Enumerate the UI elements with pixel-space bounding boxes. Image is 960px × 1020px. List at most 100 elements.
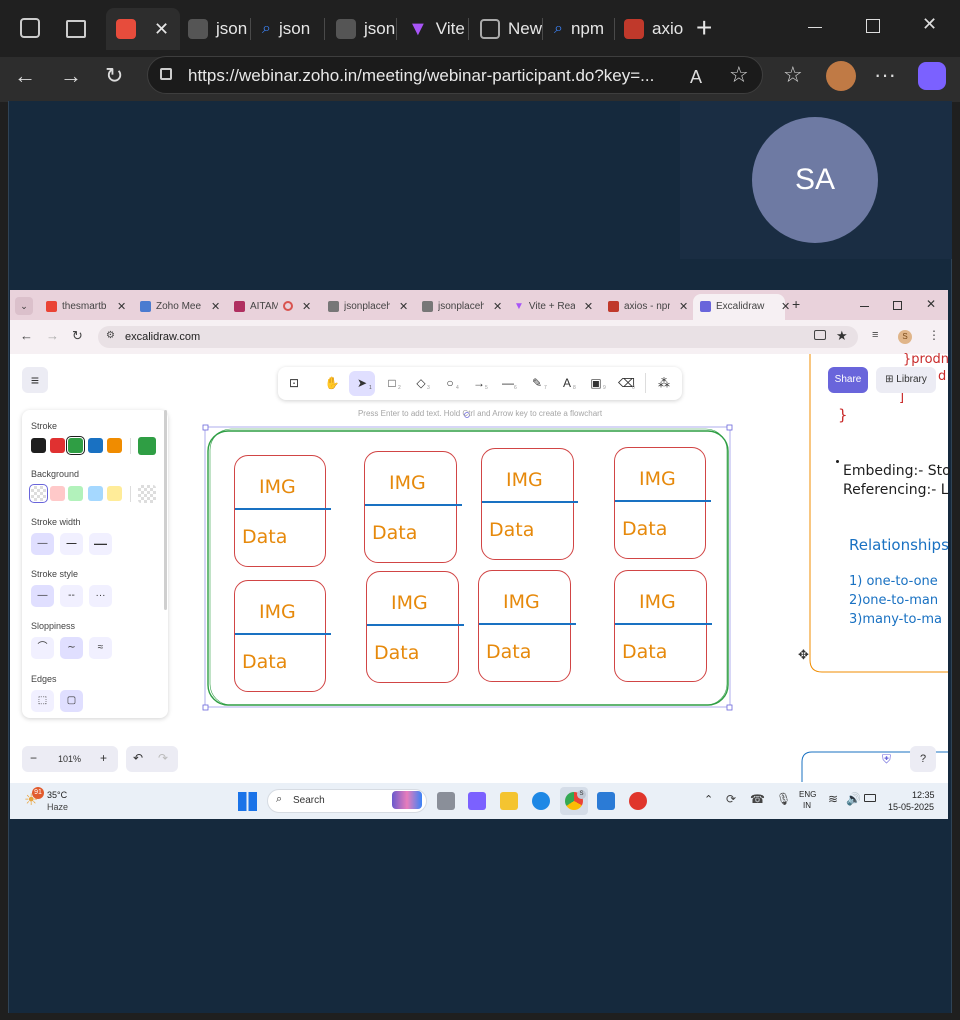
edges-round[interactable]: ▢ xyxy=(60,690,83,712)
help-button[interactable]: ? xyxy=(910,746,936,772)
background-yellow[interactable] xyxy=(107,486,122,501)
card[interactable]: IMG Data xyxy=(614,447,711,559)
tool-shortcut-number: 1 xyxy=(369,385,372,391)
hand-tool-icon[interactable]: ✋ xyxy=(324,376,340,390)
card-data-label: Data xyxy=(622,518,668,540)
main-menu-button[interactable]: ≡ xyxy=(22,367,48,393)
sync-icon[interactable]: ⟳ xyxy=(726,792,736,806)
card-data-label: Data xyxy=(489,519,535,541)
palette-separator xyxy=(130,438,131,454)
undo-button[interactable]: ↶ xyxy=(133,751,143,765)
background-pink[interactable] xyxy=(50,486,65,501)
edge-icon[interactable] xyxy=(532,792,550,810)
tool-shortcut-number: 6 xyxy=(514,385,517,391)
language-code[interactable]: ENG xyxy=(799,790,816,799)
stroke-color-black[interactable] xyxy=(31,438,46,453)
selection-handle xyxy=(726,704,733,711)
wps-icon[interactable] xyxy=(629,792,647,810)
language-region[interactable]: IN xyxy=(803,801,811,810)
stroke-width-label: Stroke width xyxy=(31,517,81,527)
wifi-icon[interactable]: ≋ xyxy=(828,792,838,806)
card[interactable]: IMG Data xyxy=(234,455,331,567)
start-icon[interactable] xyxy=(238,792,257,811)
extra-tools-icon[interactable]: ⁂ xyxy=(656,376,672,390)
note-rel-1: 1) one-to-one xyxy=(849,574,938,589)
card-data-label: Data xyxy=(242,651,288,673)
stroke-color-green[interactable] xyxy=(66,436,85,455)
battery-icon[interactable] xyxy=(864,794,876,802)
weather-badge: 91 xyxy=(32,787,44,799)
card[interactable]: IMG Data xyxy=(614,570,712,682)
card-data-label: Data xyxy=(622,641,668,663)
file-explorer-icon[interactable] xyxy=(500,792,518,810)
card[interactable]: IMG Data xyxy=(234,580,331,692)
copilot-icon[interactable] xyxy=(468,792,486,810)
show-hidden-icons[interactable]: ⌃ xyxy=(704,793,713,806)
tool-shortcut-number: 3 xyxy=(427,385,430,391)
sloppiness-architect[interactable]: ⌒ xyxy=(31,637,54,659)
card[interactable]: IMG Data xyxy=(478,570,576,682)
card-img-label: IMG xyxy=(391,592,428,614)
note-prod-line1: }prodn xyxy=(903,352,950,367)
clock-date[interactable]: 15-05-2025 xyxy=(888,802,934,812)
redo-button[interactable]: ↷ xyxy=(158,751,168,765)
draw-tool-icon[interactable]: ✎ xyxy=(529,376,545,390)
image-tool-icon[interactable]: ▣ xyxy=(588,376,604,390)
sloppiness-label: Sloppiness xyxy=(31,621,76,631)
clock-time[interactable]: 12:35 xyxy=(912,790,935,800)
background-transparent[interactable] xyxy=(29,484,48,503)
note-relationships: Relationships xyxy=(849,536,949,554)
tool-shortcut-number: 5 xyxy=(485,385,488,391)
volume-icon[interactable]: 🔊 xyxy=(846,792,861,806)
panel-scrollbar[interactable] xyxy=(164,410,167,610)
selection-handle xyxy=(202,704,209,711)
weather-condition[interactable]: Haze xyxy=(47,802,68,812)
stroke-style-dotted[interactable]: ··· xyxy=(89,585,112,607)
shield-icon[interactable]: ⛨ xyxy=(882,752,891,767)
card-img-label: IMG xyxy=(506,469,543,491)
card-img-label: IMG xyxy=(259,476,296,498)
note-prod-line2: d xyxy=(938,369,947,384)
zoom-level[interactable]: 101% xyxy=(58,754,81,764)
vscode-icon[interactable] xyxy=(597,792,615,810)
library-icon: ⊞ xyxy=(885,374,897,385)
card[interactable]: IMG Data xyxy=(366,571,464,683)
stroke-width-bold[interactable]: — xyxy=(60,533,83,555)
stroke-style-solid[interactable]: — xyxy=(31,585,54,607)
stroke-color-red[interactable] xyxy=(50,438,65,453)
card-divider xyxy=(367,624,464,626)
stroke-color-orange[interactable] xyxy=(107,438,122,453)
stroke-color-current[interactable] xyxy=(138,437,156,455)
meeting-icon[interactable]: ☎ xyxy=(750,792,765,806)
sloppiness-artist[interactable]: ∼ xyxy=(60,637,83,659)
lock-tool-icon[interactable]: ⊡ xyxy=(286,376,302,390)
properties-panel xyxy=(22,410,168,718)
edges-sharp[interactable]: ⬚ xyxy=(31,690,54,712)
library-button[interactable]: ⊞ Library xyxy=(876,367,936,393)
card[interactable]: IMG Data xyxy=(481,448,578,560)
zoom-out-button[interactable]: − xyxy=(30,751,37,765)
background-current[interactable] xyxy=(138,485,156,503)
note-rel-3: 3)many-to-ma xyxy=(849,612,942,627)
card-divider xyxy=(479,623,576,625)
zoom-in-button[interactable]: + xyxy=(100,751,107,765)
move-cursor-icon: ✥ xyxy=(798,647,809,662)
card-img-label: IMG xyxy=(639,468,676,490)
card[interactable]: IMG Data xyxy=(364,451,462,563)
share-button[interactable]: Share xyxy=(828,367,868,393)
stroke-color-blue[interactable] xyxy=(88,438,103,453)
stroke-style-label: Stroke style xyxy=(31,569,79,579)
background-blue[interactable] xyxy=(88,486,103,501)
task-view-icon[interactable] xyxy=(437,792,455,810)
stroke-width-extra-bold[interactable]: — xyxy=(89,533,112,555)
stroke-width-thin[interactable]: — xyxy=(31,533,54,555)
selection-tool-icon[interactable]: ➤ xyxy=(354,376,370,390)
stroke-label: Stroke xyxy=(31,421,58,431)
microphone-icon[interactable]: 🎙 xyxy=(776,792,791,806)
weather-temperature[interactable]: 35°C xyxy=(47,790,67,800)
selection-handle xyxy=(726,424,733,431)
sloppiness-cartoonist[interactable]: ≈ xyxy=(89,637,112,659)
background-green[interactable] xyxy=(68,486,83,501)
stroke-style-dashed[interactable]: -- xyxy=(60,585,83,607)
card-img-label: IMG xyxy=(639,591,676,613)
